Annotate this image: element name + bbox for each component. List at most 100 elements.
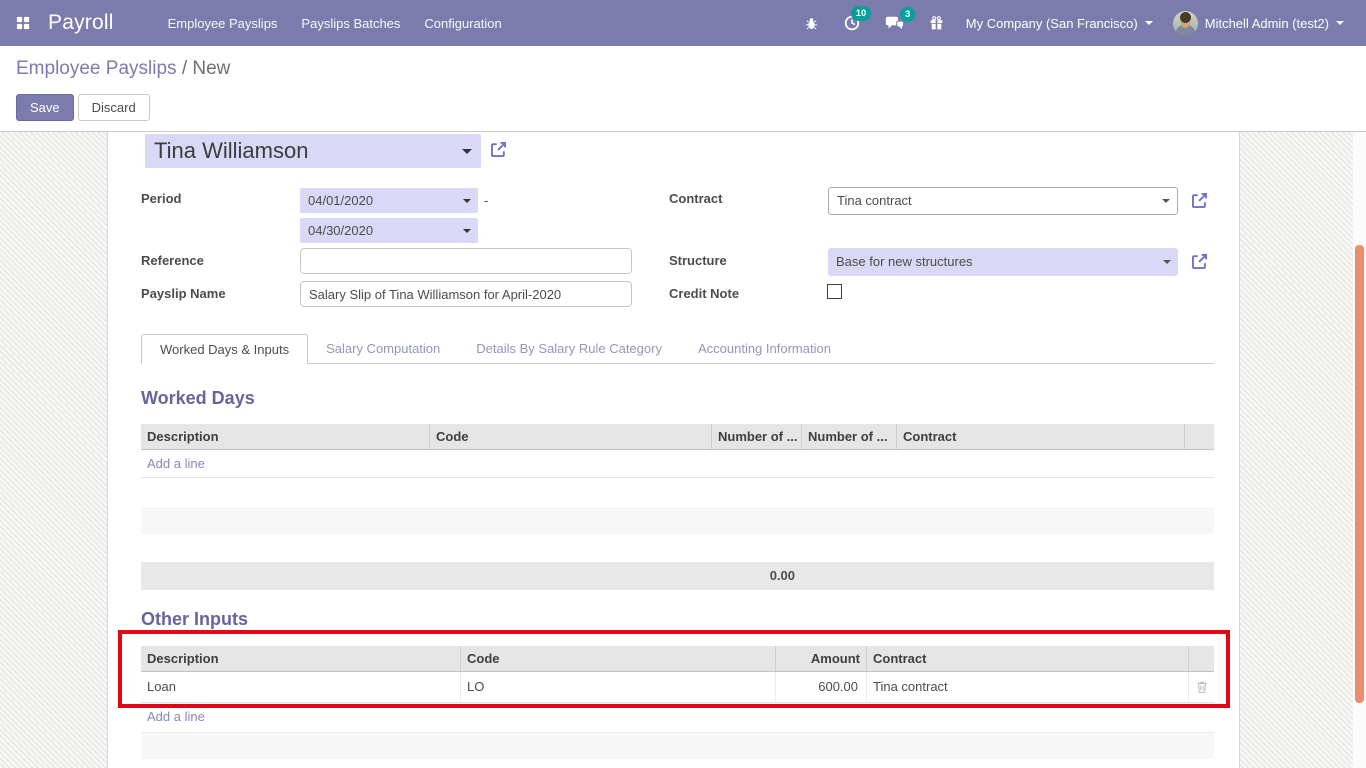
scrollbar-thumb[interactable]: [1355, 245, 1364, 703]
gift-button[interactable]: [917, 9, 956, 37]
delete-row-button[interactable]: [1188, 672, 1214, 702]
company-name: My Company (San Francisco): [966, 16, 1138, 31]
chevron-down-icon: [1145, 21, 1153, 25]
worked-days-header: Description Code Number of ... Number of…: [141, 424, 1214, 450]
breadcrumb: Employee Payslips / New: [16, 58, 230, 80]
column-header-contract[interactable]: Contract: [896, 424, 1184, 449]
structure-field[interactable]: Base for new structures: [828, 248, 1178, 276]
activity-count-badge: 10: [851, 6, 871, 21]
worked-days-add-a-line-link[interactable]: Add a line: [141, 450, 205, 478]
save-button[interactable]: Save: [16, 94, 74, 121]
column-header-actions: [1188, 646, 1214, 671]
dropdown-caret-icon: [463, 199, 471, 203]
worked-days-total-row: 0.00: [141, 562, 1214, 590]
messages-button[interactable]: 3: [873, 9, 917, 37]
employee-field[interactable]: Tina Williamson: [145, 134, 481, 168]
dropdown-caret-icon: [1163, 260, 1171, 264]
payslip-name-label: Payslip Name: [141, 286, 226, 301]
other-inputs-title: Other Inputs: [141, 609, 248, 630]
apps-grid-icon: [16, 16, 30, 30]
discard-button[interactable]: Discard: [78, 94, 150, 121]
menu-payslips-batches[interactable]: Payslips Batches: [289, 2, 412, 45]
control-panel: Employee Payslips / New Save Discard: [0, 46, 1366, 132]
action-buttons: Save Discard: [16, 94, 150, 121]
user-name: Mitchell Admin (test2): [1205, 16, 1329, 31]
column-header-description[interactable]: Description: [141, 424, 429, 449]
scrollbar-track[interactable]: [1353, 132, 1366, 768]
menu-employee-payslips[interactable]: Employee Payslips: [156, 2, 290, 45]
period-to-field[interactable]: 04/30/2020: [300, 218, 478, 243]
cell-code[interactable]: LO: [460, 672, 775, 702]
credit-note-label: Credit Note: [669, 286, 739, 301]
structure-value: Base for new structures: [836, 254, 973, 269]
contract-value: Tina contract: [837, 193, 912, 208]
reference-input[interactable]: [300, 248, 632, 274]
dropdown-caret-icon: [1162, 199, 1170, 203]
worked-days-total-value: 0.00: [711, 562, 801, 590]
breadcrumb-separator: /: [182, 58, 187, 79]
dropdown-caret-icon: [463, 229, 471, 233]
notebook-tabs: Worked Days & Inputs Salary Computation …: [141, 334, 1214, 364]
period-label: Period: [141, 191, 181, 206]
contract-external-link-button[interactable]: [1190, 191, 1209, 210]
employee-external-link-button[interactable]: [489, 140, 508, 159]
user-menu[interactable]: Mitchell Admin (test2): [1163, 5, 1354, 42]
cell-amount[interactable]: 600.00: [775, 672, 866, 702]
debug-button[interactable]: [792, 9, 831, 37]
worked-days-title: Worked Days: [141, 388, 255, 409]
external-link-icon: [1190, 252, 1209, 271]
empty-row: [141, 732, 1214, 759]
company-switcher-menu[interactable]: My Company (San Francisco): [956, 10, 1163, 37]
app-name[interactable]: Payroll: [48, 11, 114, 35]
apps-menu-button[interactable]: [0, 0, 46, 46]
other-inputs-addline-row: Add a line: [141, 703, 1214, 731]
top-navbar: Payroll Employee Payslips Payslips Batch…: [0, 0, 1366, 46]
column-header-number-of-hours[interactable]: Number of ...: [801, 424, 896, 449]
chevron-down-icon: [1336, 21, 1344, 25]
column-header-amount[interactable]: Amount: [775, 646, 866, 671]
bug-icon: [804, 15, 819, 31]
period-from-value: 04/01/2020: [308, 193, 373, 208]
screen: Payroll Employee Payslips Payslips Batch…: [0, 0, 1366, 768]
column-header-description[interactable]: Description: [141, 646, 460, 671]
breadcrumb-parent-link[interactable]: Employee Payslips: [16, 58, 177, 79]
period-from-field[interactable]: 04/01/2020: [300, 188, 478, 213]
structure-external-link-button[interactable]: [1190, 252, 1209, 271]
content-background: Tina Williamson Period 04/01/2020 - 04/3…: [0, 132, 1366, 768]
column-header-code[interactable]: Code: [460, 646, 775, 671]
contract-label: Contract: [669, 191, 722, 206]
tab-details-by-salary-rule-category[interactable]: Details By Salary Rule Category: [458, 334, 680, 363]
activities-button[interactable]: 10: [831, 8, 873, 38]
column-header-actions: [1184, 424, 1214, 449]
navbar-systray: 10 3 My: [792, 5, 1366, 42]
empty-row: [141, 507, 1214, 534]
app-menus: Employee Payslips Payslips Batches Confi…: [156, 2, 514, 45]
gift-icon: [929, 15, 944, 31]
period-to-value: 04/30/2020: [308, 223, 373, 238]
cell-description[interactable]: Loan: [141, 672, 460, 702]
contract-field[interactable]: Tina contract: [828, 187, 1178, 215]
worked-days-addline-row: Add a line: [141, 450, 1214, 478]
tab-accounting-information[interactable]: Accounting Information: [680, 334, 849, 363]
tab-worked-days-inputs[interactable]: Worked Days & Inputs: [141, 334, 308, 364]
external-link-icon: [489, 140, 508, 159]
external-link-icon: [1190, 191, 1209, 210]
column-header-contract[interactable]: Contract: [866, 646, 1188, 671]
tab-salary-computation[interactable]: Salary Computation: [308, 334, 458, 363]
payslip-name-input[interactable]: [300, 281, 632, 307]
other-inputs-header: Description Code Amount Contract: [141, 646, 1214, 672]
reference-label: Reference: [141, 253, 204, 268]
menu-configuration[interactable]: Configuration: [412, 2, 513, 45]
credit-note-checkbox[interactable]: [827, 284, 842, 299]
breadcrumb-current: New: [192, 58, 230, 79]
user-avatar: [1173, 11, 1198, 36]
cell-contract[interactable]: Tina contract: [866, 672, 1188, 702]
other-inputs-add-a-line-link[interactable]: Add a line: [141, 703, 205, 731]
employee-name: Tina Williamson: [154, 138, 308, 163]
other-inputs-row[interactable]: Loan LO 600.00 Tina contract: [141, 672, 1214, 703]
form-sheet: Tina Williamson Period 04/01/2020 - 04/3…: [107, 132, 1240, 768]
period-separator: -: [484, 193, 488, 208]
column-header-number-of-days[interactable]: Number of ...: [711, 424, 801, 449]
column-header-code[interactable]: Code: [429, 424, 711, 449]
dropdown-caret-icon: [462, 149, 472, 154]
